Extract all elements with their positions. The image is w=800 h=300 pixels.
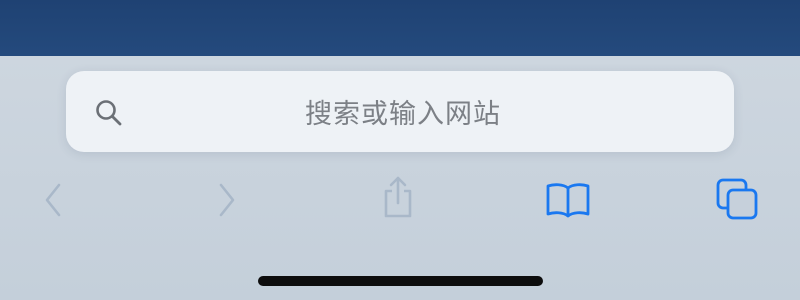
tabs-icon [716, 178, 758, 220]
bookmarks-button[interactable] [542, 174, 594, 226]
web-page-content [0, 0, 800, 56]
share-icon [384, 176, 412, 218]
tabs-button[interactable] [712, 174, 764, 226]
address-placeholder[interactable]: 搜索或输入网站 [66, 71, 734, 152]
book-icon [546, 183, 590, 218]
back-button[interactable] [28, 176, 76, 224]
share-button[interactable] [372, 172, 424, 224]
chevron-right-icon [219, 183, 235, 217]
browser-screen: 搜索或输入网站 [0, 0, 800, 300]
forward-button[interactable] [204, 176, 252, 224]
home-indicator[interactable] [258, 276, 543, 286]
chevron-left-icon [45, 183, 61, 217]
